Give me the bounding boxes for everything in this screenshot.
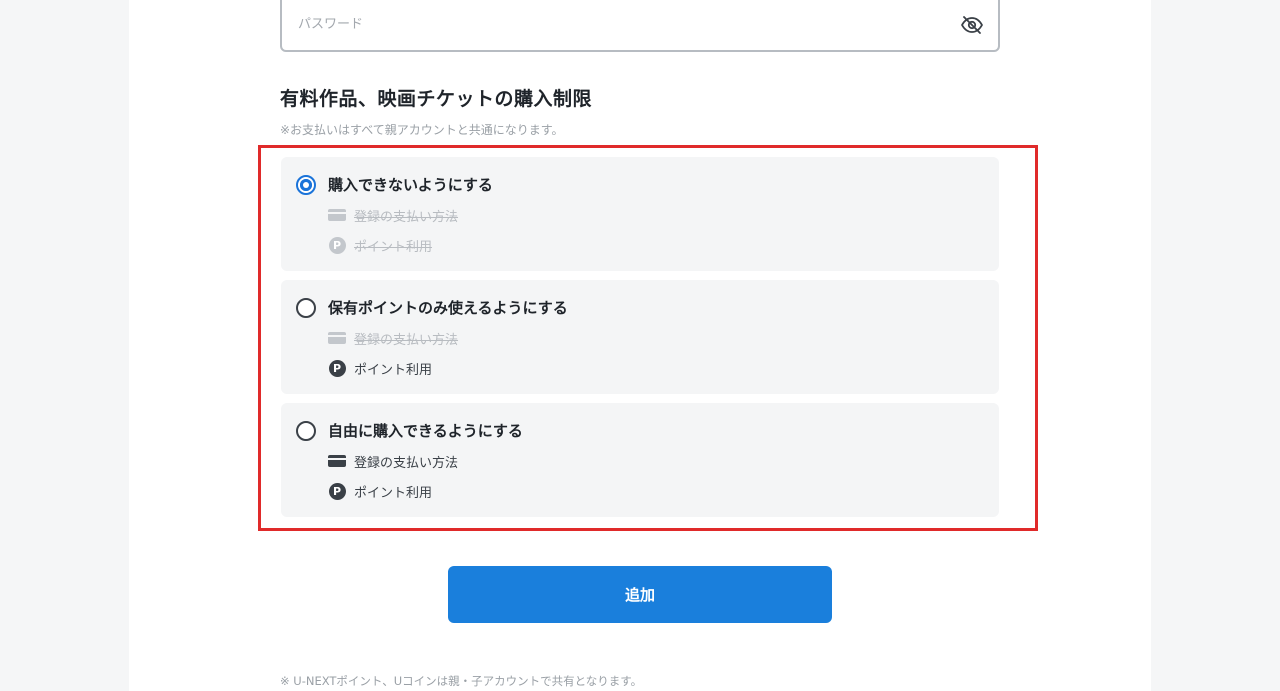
section-title: 有料作品、映画チケットの購入制限	[280, 88, 593, 110]
points-label: ポイント利用	[354, 239, 433, 255]
points-row: P ポイント利用	[328, 481, 432, 501]
payment-method-label: 登録の支払い方法	[354, 455, 459, 471]
point-icon: P	[328, 236, 346, 254]
radio-button[interactable]	[296, 298, 316, 318]
point-icon: P	[328, 359, 346, 377]
point-icon: P	[328, 482, 346, 500]
payment-method-row: 登録の支払い方法	[328, 328, 458, 348]
credit-card-icon	[328, 455, 346, 467]
option-no-purchase[interactable]: 購入できないようにする 登録の支払い方法 P ポイント利用	[281, 157, 999, 271]
radio-button[interactable]	[296, 421, 316, 441]
payment-method-row: 登録の支払い方法	[328, 205, 458, 225]
option-label: 自由に購入できるようにする	[328, 422, 523, 440]
option-label: 保有ポイントのみ使えるようにする	[328, 299, 568, 317]
points-label: ポイント利用	[354, 362, 433, 378]
radio-button-selected[interactable]	[296, 175, 316, 195]
add-button[interactable]: 追加	[448, 566, 832, 623]
points-row: P ポイント利用	[328, 235, 432, 255]
payment-method-label: 登録の支払い方法	[354, 209, 459, 225]
points-row: P ポイント利用	[328, 358, 432, 378]
credit-card-icon	[328, 332, 346, 344]
option-label: 購入できないようにする	[328, 176, 493, 194]
option-points-only[interactable]: 保有ポイントのみ使えるようにする 登録の支払い方法 P ポイント利用	[281, 280, 999, 394]
payment-method-row: 登録の支払い方法	[328, 451, 458, 471]
footnote: ※ U-NEXTポイント、Uコインは親・子アカウントで共有となります。	[280, 674, 643, 688]
eye-off-icon[interactable]	[960, 13, 984, 37]
credit-card-icon	[328, 209, 346, 221]
password-input[interactable]	[296, 10, 920, 38]
payment-method-label: 登録の支払い方法	[354, 332, 459, 348]
points-label: ポイント利用	[354, 485, 433, 501]
password-field[interactable]	[280, 0, 1000, 52]
section-note: ※お支払いはすべて親アカウントと共通になります。	[280, 123, 564, 137]
option-free-purchase[interactable]: 自由に購入できるようにする 登録の支払い方法 P ポイント利用	[281, 403, 999, 517]
